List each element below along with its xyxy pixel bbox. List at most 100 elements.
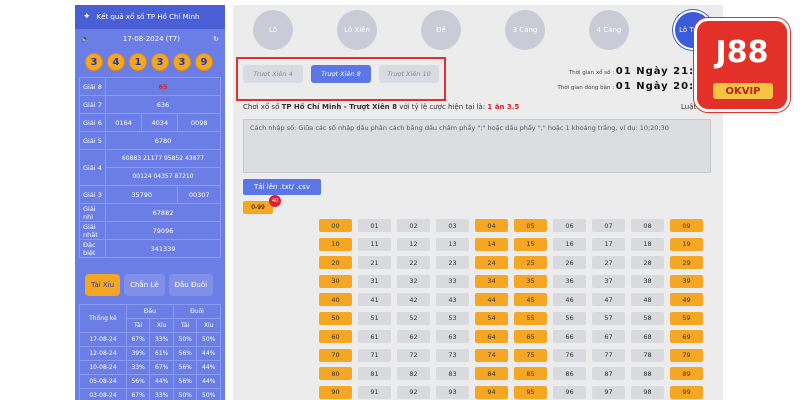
number-cell[interactable]: 78 <box>631 348 664 362</box>
number-cell[interactable]: 70 <box>319 348 352 362</box>
number-cell[interactable]: 17 <box>592 237 625 251</box>
tab-4-cang[interactable]: 4 Càng <box>589 10 629 50</box>
speaker-icon[interactable]: 🔈 <box>81 35 90 43</box>
number-cell[interactable]: 67 <box>592 330 625 343</box>
number-cell[interactable]: 07 <box>592 219 625 232</box>
number-input[interactable]: Cách nhập số: Giữa các số nhập dấu phân … <box>243 119 711 173</box>
number-cell[interactable]: 88 <box>631 367 664 380</box>
number-cell[interactable]: 10 <box>319 237 352 251</box>
number-cell[interactable]: 93 <box>436 385 469 399</box>
number-cell[interactable]: 20 <box>319 256 352 269</box>
number-cell[interactable]: 23 <box>436 256 469 269</box>
number-cell[interactable]: 21 <box>358 256 391 269</box>
number-cell[interactable]: 85 <box>514 367 547 380</box>
number-cell[interactable]: 96 <box>553 385 586 399</box>
tab-de[interactable]: Đề <box>421 10 461 50</box>
number-cell[interactable]: 86 <box>553 367 586 380</box>
number-cell[interactable]: 89 <box>670 367 703 380</box>
refresh-icon[interactable]: ↻ <box>213 35 219 43</box>
number-cell[interactable]: 27 <box>592 256 625 269</box>
number-cell[interactable]: 26 <box>553 256 586 269</box>
number-cell[interactable]: 55 <box>514 311 547 325</box>
number-cell[interactable]: 31 <box>358 274 391 288</box>
number-cell[interactable]: 77 <box>592 348 625 362</box>
number-cell[interactable]: 45 <box>514 293 547 306</box>
number-cell[interactable]: 02 <box>397 219 430 232</box>
number-cell[interactable]: 79 <box>670 348 703 362</box>
number-cell[interactable]: 14 <box>475 237 508 251</box>
number-cell[interactable]: 05 <box>514 219 547 232</box>
number-cell[interactable]: 44 <box>475 293 508 306</box>
number-cell[interactable]: 68 <box>631 330 664 343</box>
number-cell[interactable]: 46 <box>553 293 586 306</box>
number-cell[interactable]: 75 <box>514 348 547 362</box>
tab-truot-xien-10[interactable]: Trượt Xiên 10 <box>379 65 439 83</box>
number-cell[interactable]: 30 <box>319 274 352 288</box>
number-cell[interactable]: 18 <box>631 237 664 251</box>
number-cell[interactable]: 37 <box>592 274 625 288</box>
number-cell[interactable]: 28 <box>631 256 664 269</box>
number-cell[interactable]: 19 <box>670 237 703 251</box>
number-cell[interactable]: 76 <box>553 348 586 362</box>
date-selector[interactable]: 🔈 17-08-2024 (T7) ↻ <box>75 29 225 49</box>
number-cell[interactable]: 98 <box>631 385 664 399</box>
number-cell[interactable]: 90 <box>319 385 352 399</box>
number-cell[interactable]: 25 <box>514 256 547 269</box>
number-cell[interactable]: 71 <box>358 348 391 362</box>
number-cell[interactable]: 09 <box>670 219 703 232</box>
number-cell[interactable]: 42 <box>397 293 430 306</box>
number-cell[interactable]: 59 <box>670 311 703 325</box>
number-cell[interactable]: 73 <box>436 348 469 362</box>
number-cell[interactable]: 72 <box>397 348 430 362</box>
number-cell[interactable]: 94 <box>475 385 508 399</box>
number-cell[interactable]: 32 <box>397 274 430 288</box>
number-cell[interactable]: 60 <box>319 330 352 343</box>
number-cell[interactable]: 50 <box>319 311 352 325</box>
tab-truot-xien-8[interactable]: Trượt Xiên 8 <box>311 65 371 83</box>
number-cell[interactable]: 91 <box>358 385 391 399</box>
number-cell[interactable]: 15 <box>514 237 547 251</box>
number-cell[interactable]: 22 <box>397 256 430 269</box>
tab-lo-xien[interactable]: Lô Xiên <box>337 10 377 50</box>
number-cell[interactable]: 87 <box>592 367 625 380</box>
number-cell[interactable]: 83 <box>436 367 469 380</box>
number-cell[interactable]: 47 <box>592 293 625 306</box>
number-cell[interactable]: 62 <box>397 330 430 343</box>
number-cell[interactable]: 39 <box>670 274 703 288</box>
date-label[interactable]: 17-08-2024 (T7) <box>123 35 180 43</box>
number-cell[interactable]: 53 <box>436 311 469 325</box>
number-cell[interactable]: 06 <box>553 219 586 232</box>
number-cell[interactable]: 52 <box>397 311 430 325</box>
number-cell[interactable]: 38 <box>631 274 664 288</box>
number-cell[interactable]: 48 <box>631 293 664 306</box>
number-cell[interactable]: 24 <box>475 256 508 269</box>
number-cell[interactable]: 29 <box>670 256 703 269</box>
number-cell[interactable]: 01 <box>358 219 391 232</box>
number-cell[interactable]: 49 <box>670 293 703 306</box>
tab-chan-le[interactable]: Chẵn Lẻ <box>124 274 165 296</box>
number-cell[interactable]: 66 <box>553 330 586 343</box>
number-cell[interactable]: 80 <box>319 367 352 380</box>
number-cell[interactable]: 99 <box>670 385 703 399</box>
number-cell[interactable]: 04 <box>475 219 508 232</box>
number-cell[interactable]: 57 <box>592 311 625 325</box>
number-cell[interactable]: 08 <box>631 219 664 232</box>
number-cell[interactable]: 63 <box>436 330 469 343</box>
number-cell[interactable]: 95 <box>514 385 547 399</box>
number-cell[interactable]: 00 <box>319 219 352 232</box>
number-cell[interactable]: 74 <box>475 348 508 362</box>
tab-dau-duoi[interactable]: Đầu Đuôi <box>168 274 214 296</box>
tab-truot-xien-4[interactable]: Trượt Xiên 4 <box>243 65 303 83</box>
number-cell[interactable]: 54 <box>475 311 508 325</box>
number-cell[interactable]: 51 <box>358 311 391 325</box>
number-cell[interactable]: 11 <box>358 237 391 251</box>
number-cell[interactable]: 43 <box>436 293 469 306</box>
number-cell[interactable]: 92 <box>397 385 430 399</box>
number-cell[interactable]: 84 <box>475 367 508 380</box>
tab-tai-xiu[interactable]: Tài Xỉu <box>85 274 121 296</box>
number-cell[interactable]: 81 <box>358 367 391 380</box>
number-cell[interactable]: 64 <box>475 330 508 343</box>
number-cell[interactable]: 16 <box>553 237 586 251</box>
number-cell[interactable]: 61 <box>358 330 391 343</box>
tab-lo[interactable]: Lô <box>253 10 293 50</box>
